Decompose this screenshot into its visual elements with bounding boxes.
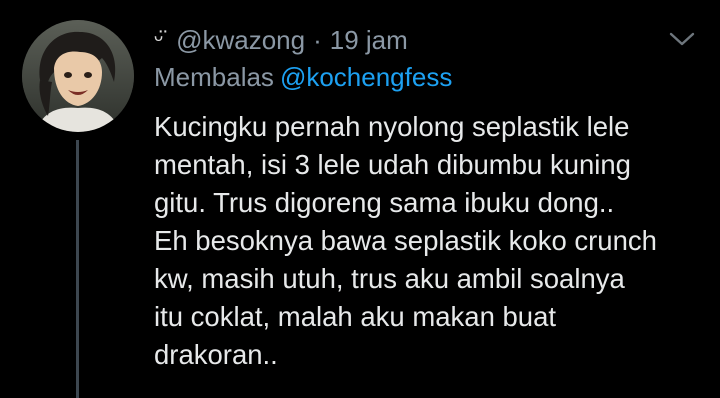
tweet-text-line: Kucingku pernah nyolong seplastik lele — [154, 111, 630, 142]
display-name[interactable]: ᵕ̈ — [154, 26, 164, 54]
tweet-text-line: itu coklat, malah aku makan buat — [154, 301, 557, 332]
chevron-down-icon — [669, 32, 695, 46]
tweet-text-line: kw, masih utuh, trus aku ambil soalnya — [154, 263, 625, 294]
tweet-menu-button[interactable] — [664, 24, 700, 54]
tweet[interactable]: ᵕ̈ @kwazong · 19 jam Membalas @kochengfes… — [0, 0, 720, 398]
user-handle[interactable]: @kwazong — [176, 25, 305, 56]
separator-dot: · — [313, 24, 322, 55]
avatar-image — [22, 20, 134, 132]
reply-prefix: Membalas — [154, 62, 274, 92]
tweet-header: ᵕ̈ @kwazong · 19 jam — [154, 22, 408, 58]
timestamp[interactable]: 19 jam — [330, 25, 408, 56]
reply-mention-link[interactable]: @kochengfess — [280, 62, 452, 92]
thread-line — [76, 140, 79, 398]
tweet-text-line: Eh besoknya bawa seplastik koko crunch — [154, 225, 657, 256]
avatar[interactable] — [22, 20, 134, 132]
tweet-text-line: gitu. Trus digoreng sama ibuku dong.. — [154, 187, 615, 218]
tweet-text-line: drakoran.. — [154, 339, 278, 370]
reply-context: Membalas @kochengfess — [154, 62, 452, 93]
tweet-text-line: mentah, isi 3 lele udah dibumbu kuning — [154, 149, 631, 180]
tweet-text: Kucingku pernah nyolong seplastik lele m… — [154, 108, 714, 374]
